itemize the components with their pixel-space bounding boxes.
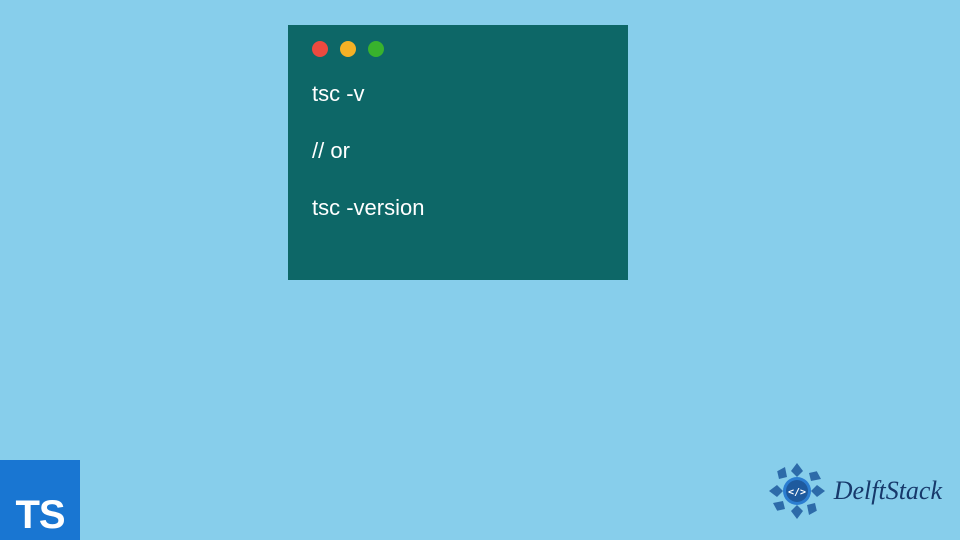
- typescript-badge: TS: [0, 460, 80, 540]
- code-line: tsc -v: [312, 79, 608, 110]
- brand-container: </> DelftStack: [766, 460, 942, 522]
- minimize-icon: [340, 41, 356, 57]
- window-controls: [312, 41, 608, 57]
- maximize-icon: [368, 41, 384, 57]
- close-icon: [312, 41, 328, 57]
- brand-name: DelftStack: [834, 476, 942, 506]
- delftstack-logo-icon: </>: [766, 460, 828, 522]
- code-line: // or: [312, 136, 608, 167]
- svg-text:</>: </>: [788, 487, 806, 498]
- typescript-label: TS: [15, 493, 64, 538]
- terminal-window: tsc -v // or tsc -version: [288, 25, 628, 280]
- code-line: tsc -version: [312, 193, 608, 224]
